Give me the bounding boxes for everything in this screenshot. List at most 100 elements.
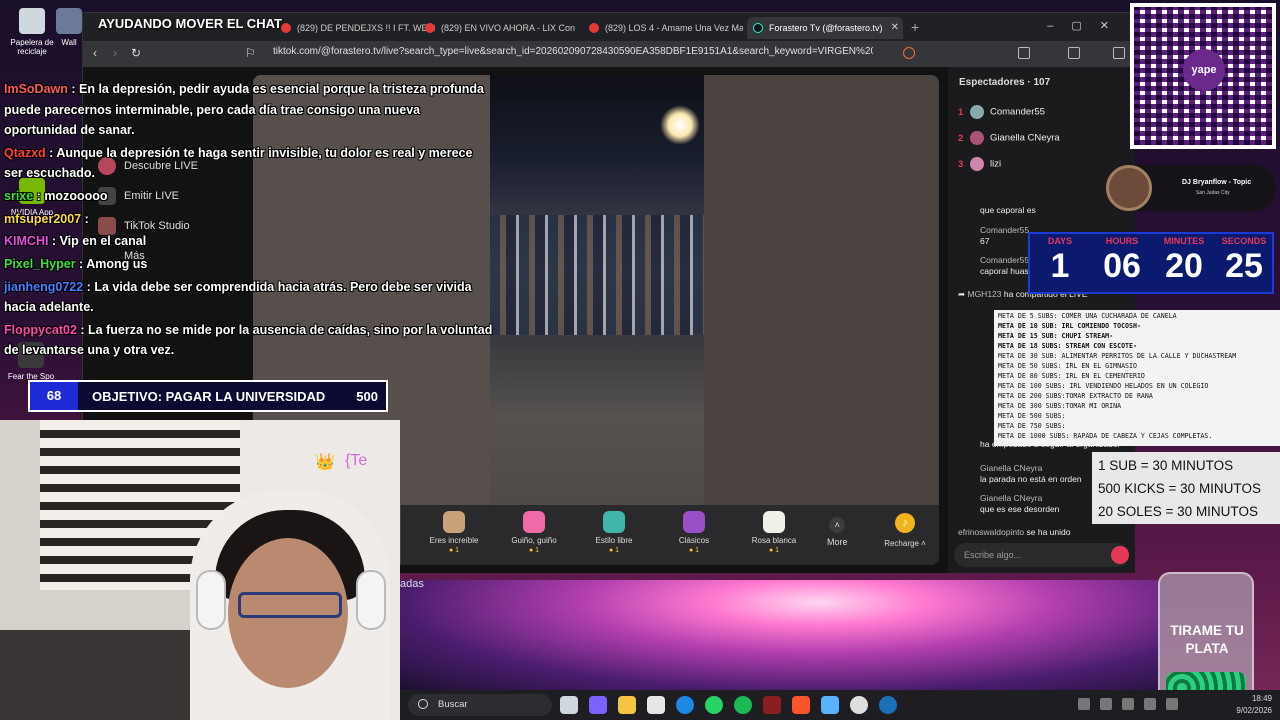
tab-3[interactable]: (829) LOS 4 - Amame Una Vez Mas — [583, 17, 743, 39]
sidebar-icon[interactable] — [1068, 47, 1080, 59]
overlay-text: mozooooo — [44, 188, 108, 203]
viewer-rank: 2 — [958, 132, 964, 144]
sub-goal: META DE 100 SUBS: IRL VENDIENDO HELADOS … — [998, 382, 1209, 390]
viewer-row[interactable]: 1 Comander55 — [958, 105, 1128, 123]
game-app-icon[interactable] — [763, 696, 781, 714]
overlay-message: ImSoDawn : En la depresión, pedir ayuda … — [4, 82, 484, 137]
tab-1[interactable]: (829) DE PENDEJXS !! I FT. WENDY G — [275, 17, 435, 39]
address-bar[interactable]: tiktok.com/@forastero.tv/live?search_typ… — [273, 46, 873, 57]
chat-text: 67 — [980, 236, 990, 246]
clock-date: 9/02/2026 — [1236, 706, 1272, 715]
timer-minutes: MINUTES 20 — [1154, 236, 1214, 286]
sub-goal: META DE 50 SUBS: IRL EN EL GIMNASIO — [998, 362, 1137, 370]
notepad-icon[interactable] — [821, 696, 839, 714]
tray-app-icon[interactable] — [1100, 698, 1112, 710]
back-icon[interactable]: ‹ — [93, 46, 97, 60]
gift-cost-value: 1 — [455, 547, 460, 554]
tab-active[interactable]: Forastero Tv (@forastero.tv) ✕ — [747, 17, 903, 39]
bookmark-icon[interactable]: ⚐ — [245, 46, 256, 60]
timer-label: MINUTES — [1163, 236, 1205, 246]
gift-cost: ● 1 — [768, 547, 780, 554]
gift-rosa-blanca[interactable]: Rosa blanca ● 1 — [739, 511, 809, 554]
chat-user[interactable]: Comander55 — [980, 255, 1029, 265]
chat-text: que es ese desorden — [980, 504, 1060, 514]
chat-message: efrinoswaldopinto se ha unido — [958, 527, 1133, 538]
gift-cost-value: 1 — [615, 547, 620, 554]
bed — [0, 630, 200, 720]
live-video[interactable] — [490, 75, 704, 505]
glasses — [238, 592, 342, 618]
avatar — [970, 157, 984, 171]
gift-bar: Eres increíble ● 1 Guiño, guiño ● 1 Estilo… — [401, 505, 939, 565]
chat-text: que caporal es — [980, 205, 1036, 215]
chat-user[interactable]: Comander55 — [980, 225, 1029, 235]
obs-icon[interactable] — [850, 696, 868, 714]
close-tab-icon[interactable]: ✕ — [891, 22, 899, 33]
overlay-message: srixe : mozooooo — [4, 188, 108, 203]
chat-user[interactable]: Gianella CNeyra — [980, 463, 1042, 473]
gift-clasicos[interactable]: Clásicos ● 1 — [659, 511, 729, 554]
gift-cost-value: 1 — [695, 547, 700, 554]
gift-estilo-libre[interactable]: Estilo libre ● 1 — [579, 511, 649, 554]
whatsapp-icon[interactable] — [705, 696, 723, 714]
network-icon[interactable] — [1122, 698, 1134, 710]
sub-goal: META DE 1000 SUBS: RAPADA DE CABEZA Y CE… — [998, 432, 1213, 440]
taskbar-clock[interactable]: 18:49 9/02/2026 — [1236, 693, 1272, 717]
wall-shortcut[interactable]: Wall — [54, 8, 84, 47]
sub-goal: META DE 300 SUBS:TOMAR MI ORINA — [998, 402, 1122, 410]
now-playing-subtitle: San Judas City — [1196, 190, 1230, 196]
timer-label: DAYS — [1047, 236, 1073, 246]
reload-icon[interactable]: ↻ — [131, 46, 141, 60]
spotify-icon[interactable] — [734, 696, 752, 714]
recycle-bin-shortcut[interactable]: Papelera de reciclaje — [2, 8, 62, 56]
video-crowd — [490, 215, 704, 335]
stream-title: AYUDANDO MOVER EL CHAT — [98, 16, 282, 31]
chat-user[interactable]: efrinoswaldopinto — [958, 527, 1024, 537]
tab-active-label: Forastero Tv (@forastero.tv) — [769, 23, 883, 33]
heart-icon[interactable] — [1111, 546, 1129, 564]
chat-user[interactable]: MGH123 — [967, 289, 1001, 299]
gift-guino[interactable]: Guiño, guiño ● 1 — [499, 511, 569, 554]
chat-user[interactable]: Gianella CNeyra — [980, 493, 1042, 503]
viewer-row[interactable]: 2 Gianella CNeyra — [958, 131, 1128, 149]
taskbar-search[interactable]: Buscar — [408, 694, 552, 716]
now-playing-widget: DJ Bryanflow - Topic San Judas City — [1106, 165, 1276, 211]
gift-name: Eres increíble — [429, 536, 479, 545]
overlay-text: En la depresión, pedir ayuda es esencial… — [4, 82, 484, 137]
menu-icon[interactable] — [1113, 47, 1125, 59]
headphone-left — [196, 570, 226, 630]
volume-icon[interactable] — [1144, 698, 1156, 710]
file-explorer-icon[interactable] — [618, 696, 636, 714]
tab-3-label: (829) LOS 4 - Amame Una Vez Mas — [605, 23, 743, 33]
viewer-row[interactable]: 3 lizi — [958, 157, 1128, 175]
steam-icon[interactable] — [879, 696, 897, 714]
forward-icon[interactable]: › — [113, 46, 117, 60]
timer-label: SECONDS — [1221, 236, 1267, 246]
crown-icon: 👑 — [315, 454, 335, 471]
gift-cost: ● 1 — [608, 547, 620, 554]
tab-2[interactable]: (829) EN VIVO AHORA - LIX Con — [419, 17, 579, 39]
store-icon[interactable] — [647, 696, 665, 714]
media-icon[interactable] — [1018, 47, 1030, 59]
microphone-icon[interactable] — [1166, 698, 1178, 710]
overlay-message: Pixel_Hyper : Among us — [4, 256, 148, 271]
edge-icon[interactable] — [676, 696, 694, 714]
chat-input[interactable]: Escribe algo... — [954, 543, 1129, 567]
task-view-icon[interactable] — [560, 696, 578, 714]
sub-goal: META DE 5 SUBS: COMER UNA CUCHARADA DE C… — [998, 312, 1177, 320]
subathon-timer: DAYS 1 HOURS 06 MINUTES 20 SECONDS 25 — [1028, 232, 1274, 294]
gift-estilo-libre-icon — [603, 511, 625, 533]
gift-eres-increible[interactable]: Eres increíble ● 1 — [419, 511, 489, 554]
window-controls[interactable]: –▢✕ — [1047, 19, 1127, 32]
tray-chevron-icon[interactable] — [1078, 698, 1090, 710]
timer-value: 1 — [1050, 247, 1070, 285]
overlay-message: Qtazxd : Aunque la depresión te haga sen… — [4, 145, 473, 181]
more-gifts-button[interactable]: ˄ More — [827, 517, 848, 547]
brave-shield-icon[interactable] — [903, 47, 915, 59]
brave-icon[interactable] — [792, 696, 810, 714]
new-tab-button[interactable]: + — [911, 19, 919, 35]
chat-text: la parada no está en orden — [980, 474, 1082, 484]
recharge-button[interactable]: ♪ Recharge ˄ — [877, 513, 933, 548]
copilot-icon[interactable] — [589, 696, 607, 714]
rate-line: 20 SOLES = 30 MINUTOS — [1098, 504, 1258, 519]
